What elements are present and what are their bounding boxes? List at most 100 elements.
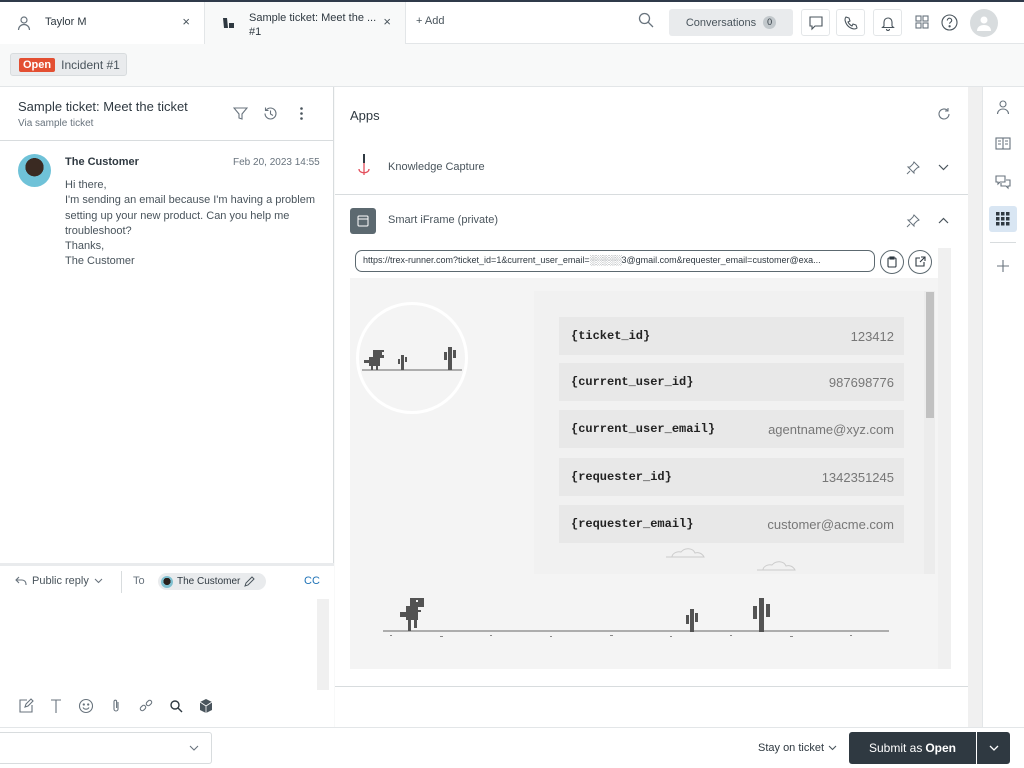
ticket-via: Via sample ticket [18,118,94,129]
ticket-title: Sample ticket: Meet the ticket [18,99,188,114]
chevron-down-icon [94,578,103,584]
reply-type-label: Public reply [32,575,89,587]
bell-icon [880,15,896,31]
conversations-button[interactable]: Conversations 0 [669,9,793,36]
cactus-icon [753,598,770,632]
help-icon[interactable] [941,14,958,31]
composer-scrollbar[interactable] [317,599,329,690]
submit-prefix: Submit as [868,741,923,755]
text-format-icon[interactable] [48,698,64,714]
dino-icon [400,598,424,631]
pencil-icon[interactable] [244,576,256,587]
submit-status: Open [925,741,957,755]
recipient-name: The Customer [177,576,241,587]
compose-icon[interactable] [18,698,34,714]
pin-icon[interactable] [906,214,920,228]
message-line: I'm sending an email because I'm having … [65,194,316,237]
reply-type-dropdown[interactable]: Public reply [15,575,103,587]
cactus-icon [686,609,698,632]
variable-value: agentname@xyz.com [768,421,894,437]
tab-label: Taylor M [45,16,87,28]
customer-context-icon[interactable] [996,99,1010,115]
status-badge: Open [19,57,56,72]
user-avatar[interactable] [970,9,998,37]
pin-icon[interactable] [906,161,920,175]
customer-avatar [18,154,51,187]
divider [121,571,122,593]
emoji-icon[interactable] [78,698,94,714]
variable-value: 987698776 [828,374,894,390]
clouds-decoration [666,548,796,571]
top-bar: Taylor M × Sample ticket: Meet the ... #1… [0,0,1024,44]
notifications-button[interactable] [873,9,902,36]
tab-sample-ticket[interactable]: Sample ticket: Meet the ... #1 × [204,2,406,44]
app-name-smart-iframe: Smart iFrame (private) [388,214,499,226]
filter-icon[interactable] [233,106,248,121]
apps-rail-button[interactable] [989,206,1017,232]
cc-link[interactable]: CC [304,575,320,587]
close-tab-icon[interactable]: × [182,14,190,29]
refresh-icon[interactable] [937,107,951,121]
message-line: The Customer [65,255,135,268]
to-label: To [133,575,145,587]
apps-cube-icon[interactable] [198,698,214,714]
search-icon[interactable] [638,12,654,28]
add-tab-button[interactable]: + Add [416,15,444,27]
conversations-count-badge: 0 [763,16,777,29]
reply-arrow-icon [15,576,27,586]
iframe-url-field[interactable]: https://trex-runner.com?ticket_id=1&curr… [355,250,875,272]
recipient-avatar [161,575,173,588]
knowledge-book-icon[interactable] [995,137,1011,151]
variable-row: {ticket_id} 123412 [559,317,904,355]
conversations-icon[interactable] [995,174,1011,190]
message-body: Hi there, I'm sending an email because I… [65,178,325,270]
chevron-down-icon [828,745,837,751]
variable-row: {requester_email} customer@acme.com [559,505,904,543]
link-icon[interactable] [138,698,154,714]
dino-game-badge [356,302,468,414]
variable-key: {requester_id} [571,470,672,484]
chat-bubble-icon [808,15,824,31]
add-app-icon[interactable] [997,260,1009,272]
variable-row: {current_user_id} 987698776 [559,363,904,401]
variable-key: {ticket_id} [571,329,651,343]
ticket-breadcrumb[interactable]: Open Incident #1 [10,53,127,76]
copy-url-button[interactable] [880,250,904,274]
product-tray-icon[interactable] [915,15,929,29]
variable-key: {current_user_email} [571,422,716,436]
divider [990,242,1016,243]
variable-value: 1342351245 [821,469,894,485]
apps-title: Apps [350,108,380,123]
variable-value: 123412 [850,328,894,344]
reply-textarea[interactable] [12,600,314,688]
open-external-button[interactable] [908,250,932,274]
ticket-icon [221,15,237,31]
chevron-down-icon[interactable] [938,164,949,171]
iframe-outer-scrollbar[interactable] [938,248,951,669]
chat-button[interactable] [801,9,830,36]
close-tab-icon[interactable]: × [383,14,391,29]
apps-panel-scrollbar[interactable] [968,87,982,727]
dino-runner-game[interactable] [380,595,892,645]
message-line: Hi there, [65,179,107,191]
attachment-icon[interactable] [108,698,124,714]
chevron-down-icon [189,745,199,751]
variable-key: {current_user_id} [571,375,694,389]
recipient-pill[interactable]: The Customer [158,573,266,590]
divider [335,194,968,195]
after-submit-dropdown[interactable]: Stay on ticket [758,742,837,754]
history-icon[interactable] [263,106,278,121]
tab-label: Sample ticket: Meet the ... #1 [249,12,377,38]
variable-row: {requester_id} 1342351245 [559,458,904,496]
user-icon [16,15,32,31]
phone-button[interactable] [836,9,865,36]
submit-button[interactable]: Submit as Open [849,732,976,764]
chevron-up-icon[interactable] [938,217,949,224]
macro-select[interactable] [0,732,212,764]
tab-taylor-m[interactable]: Taylor M × [0,2,204,44]
search-knowledge-icon[interactable] [168,698,184,714]
scrollbar-thumb[interactable] [926,292,934,418]
submit-options-button[interactable] [977,732,1010,764]
chevron-down-icon [989,745,999,751]
more-options-icon[interactable] [294,106,309,121]
